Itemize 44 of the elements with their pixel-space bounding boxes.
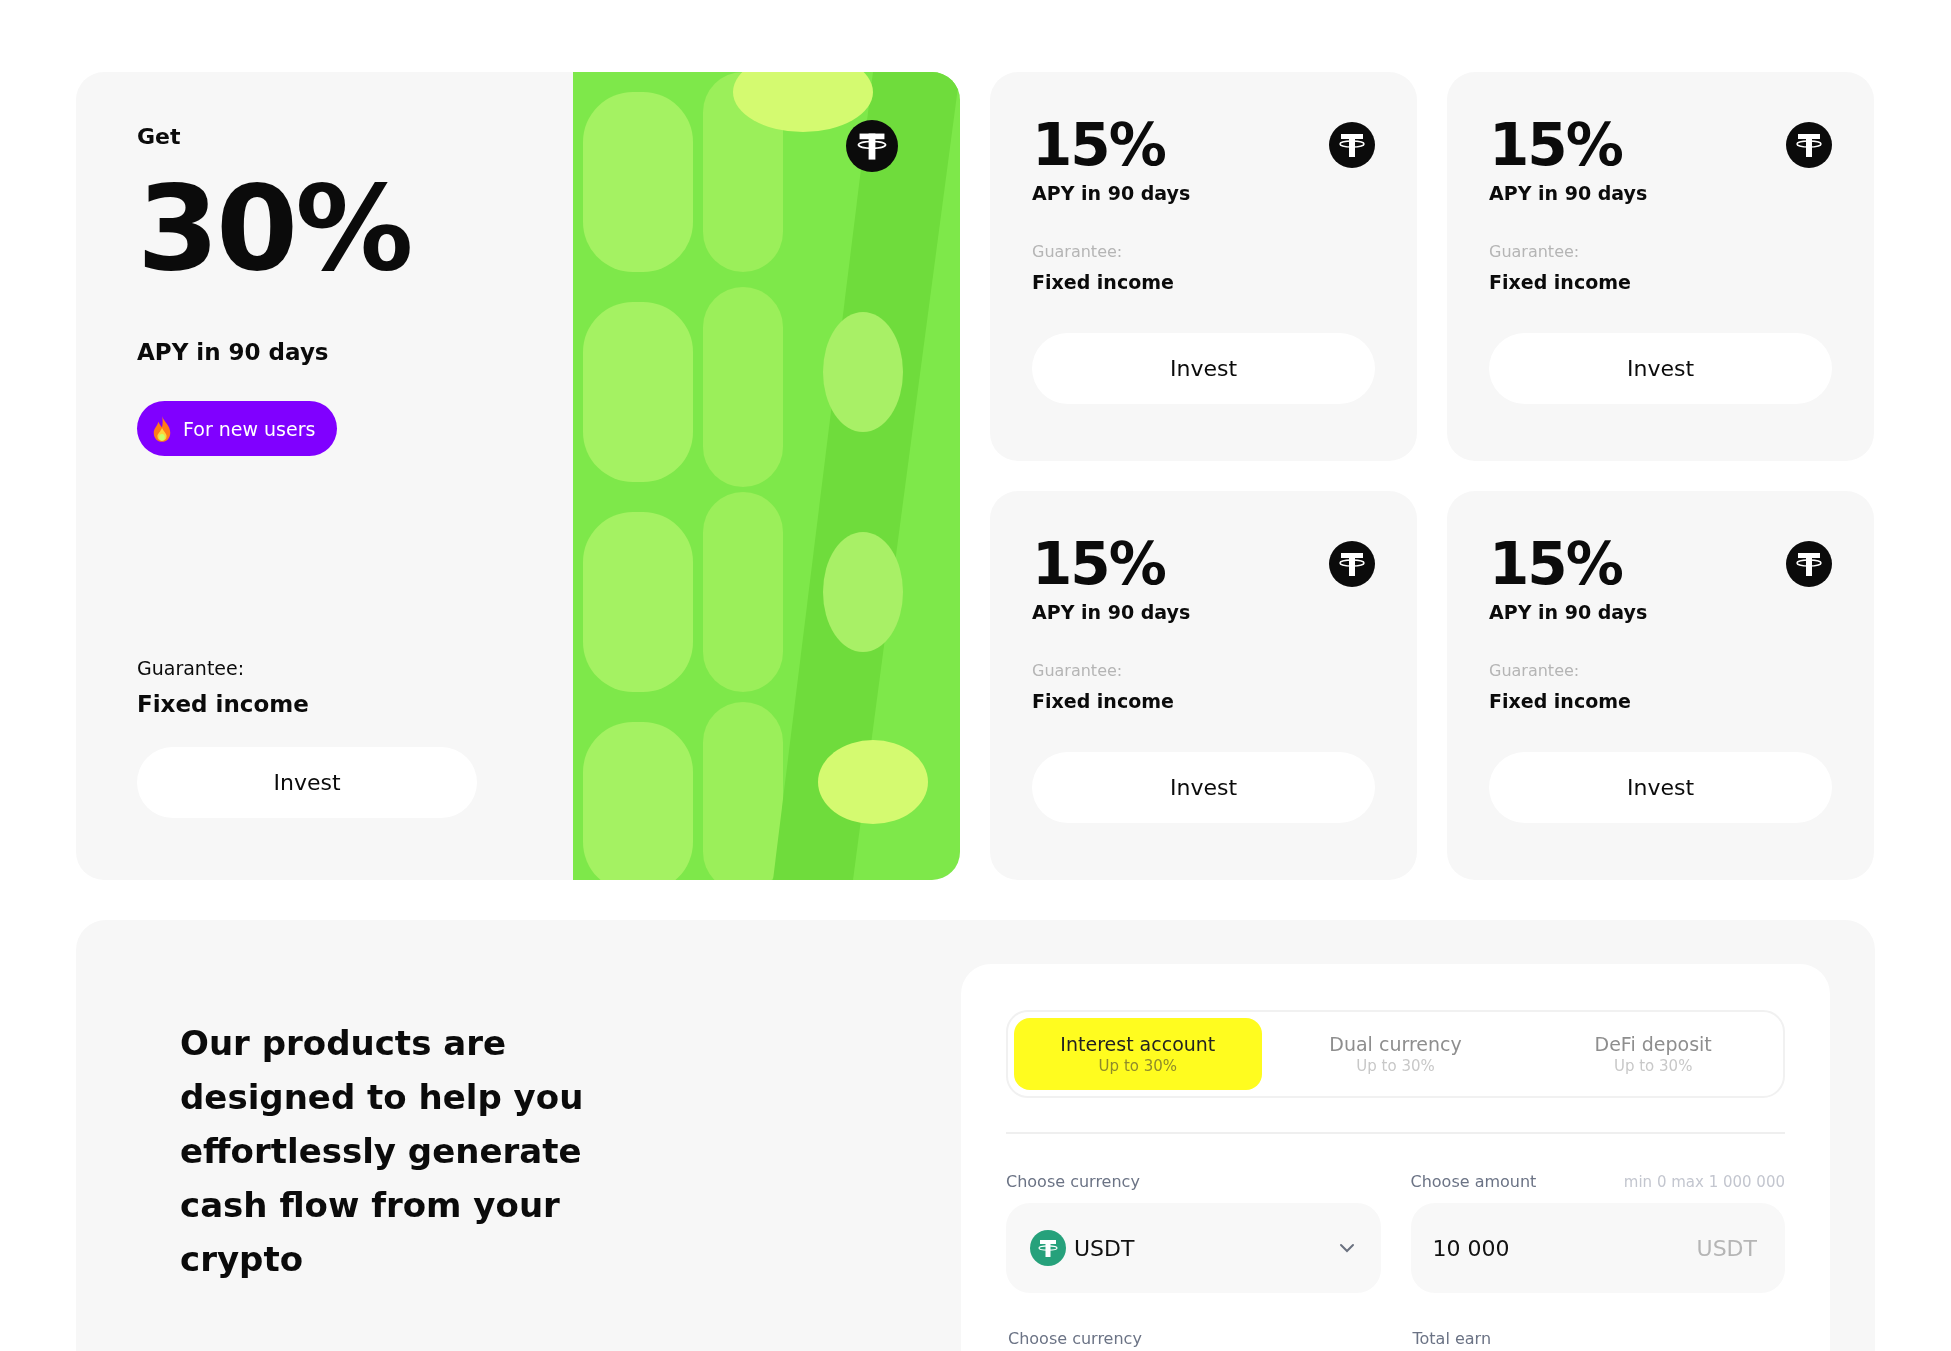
field-label: Choose amount [1410,1172,1537,1191]
tether-icon [1329,541,1375,587]
chevron-down-icon [1338,1243,1355,1253]
offer-rate: 15% [1489,535,1622,593]
field-label: Total earn [1411,1329,1493,1348]
product-tab[interactable]: Interest account Up to 30% [1014,1018,1262,1090]
guarantee-value: Fixed income [137,691,309,717]
unit-label: USDT [1696,1235,1757,1261]
invest-button[interactable]: Invest [137,747,477,818]
guarantee-label: Guarantee: [1489,242,1580,261]
guarantee-label: Guarantee: [1032,661,1123,680]
tether-icon [846,120,898,172]
currency-select[interactable]: USDT [1006,1203,1381,1293]
tether-icon [1329,122,1375,168]
offer-rate: 15% [1489,116,1622,174]
products-heading: Our products are designed to help you effortlessly generate cash flow from your crypto [180,1022,585,1281]
guarantee-label: Guarantee: [137,657,245,679]
promo-label: Get [137,124,181,149]
guarantee-value: Fixed income [1489,690,1631,712]
offer-rate: 15% [1032,116,1165,174]
new-users-badge: For new users [137,401,338,456]
field-label: Choose currency [1006,1172,1140,1191]
flame-icon [151,414,173,443]
offer-period: APY in 90 days [1032,182,1191,204]
promo-period: APY in 90 days [137,339,329,365]
invest-button[interactable]: Invest [1032,752,1375,823]
tether-icon [1786,541,1832,587]
guarantee-label: Guarantee: [1489,661,1580,680]
coin-icon [1030,1230,1066,1266]
amount-range: min 0 max 1 000 000 [1623,1173,1785,1191]
guarantee-value: Fixed income [1032,690,1174,712]
invest-button[interactable]: Invest [1489,752,1832,823]
promo-rate: 30% [137,169,411,287]
field-label: Choose currency [1007,1329,1143,1348]
offer-rate: 15% [1032,535,1165,593]
offer-period: APY in 90 days [1489,601,1648,623]
invest-button[interactable]: Invest [1032,333,1375,404]
guarantee-value: Fixed income [1489,271,1631,293]
guarantee-value: Fixed income [1032,271,1174,293]
offer-period: APY in 90 days [1489,182,1648,204]
offer-period: APY in 90 days [1032,601,1191,623]
tether-icon [1786,122,1832,168]
invest-button[interactable]: Invest [1489,333,1832,404]
guarantee-label: Guarantee: [1032,242,1123,261]
